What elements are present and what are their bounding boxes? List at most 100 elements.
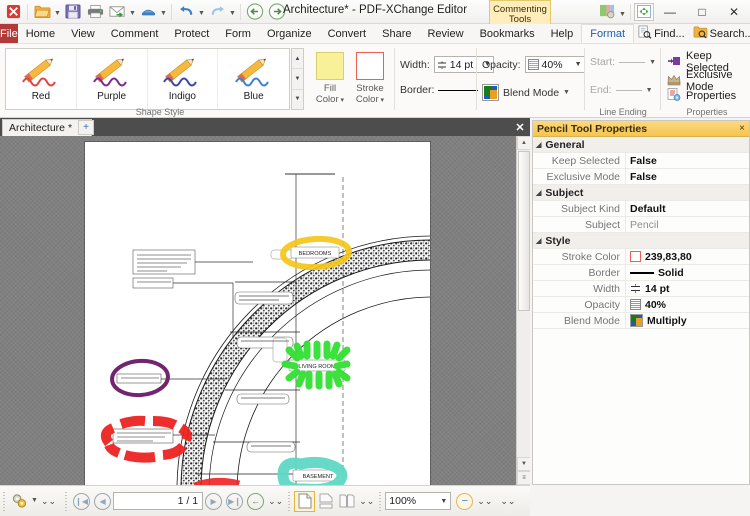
property-row-opacity[interactable]: Opacity 40% (533, 297, 749, 313)
close-icon[interactable]: × (739, 123, 745, 134)
continuous-view-button[interactable] (315, 491, 336, 512)
property-row-stroke-color[interactable]: Stroke Color 239,83,80 (533, 249, 749, 265)
property-value[interactable]: Default (625, 201, 749, 216)
collapse-triangle-icon[interactable]: ◢ (536, 141, 541, 149)
open-icon[interactable] (31, 1, 53, 23)
scroll-up-icon[interactable]: ▲ (517, 136, 530, 150)
menu-item-home[interactable]: Home (18, 24, 63, 43)
property-group-style[interactable]: ◢ Style (533, 233, 749, 249)
toolbar-grip[interactable] (287, 491, 293, 511)
property-row-keep-selected[interactable]: Keep Selected False (533, 153, 749, 169)
maximize-button[interactable]: □ (686, 0, 718, 24)
toolbar-grip[interactable] (2, 491, 7, 511)
property-group-general[interactable]: ◢ General (533, 137, 749, 153)
page-number-input[interactable]: 1 / 1 (113, 492, 204, 510)
app-logo-icon[interactable] (2, 1, 24, 23)
back-icon[interactable] (244, 1, 266, 23)
property-value-wrap[interactable]: Solid (625, 265, 749, 280)
property-value[interactable]: Pencil (625, 217, 749, 232)
scan-dropdown-arrow[interactable]: ▼ (159, 1, 168, 23)
next-page-button[interactable]: ▶ (203, 491, 224, 512)
scroll-page-down-icon[interactable]: ≡ (517, 471, 530, 485)
menu-item-share[interactable]: Share (374, 24, 419, 43)
zoom-expand-icon[interactable]: ⌄⌄ (475, 496, 494, 507)
menu-item-protect[interactable]: Protect (166, 24, 217, 43)
toolbar-grip[interactable] (378, 491, 384, 511)
tool-settings-icon[interactable] (9, 491, 30, 512)
last-page-button[interactable]: ▶❙ (224, 491, 245, 512)
menu-item-format[interactable]: Format (581, 24, 635, 43)
tool-settings-dropdown-arrow[interactable]: ▼ (30, 490, 39, 512)
zoom-combo[interactable]: 100% ▼ (385, 492, 452, 510)
menu-item-organize[interactable]: Organize (259, 24, 320, 43)
blend-mode-label[interactable]: Blend Mode (503, 87, 559, 99)
zoom-out-button[interactable]: − (454, 491, 475, 512)
chevron-down-icon[interactable]: ▼ (440, 498, 447, 505)
menu-item-review[interactable]: Review (419, 24, 471, 43)
email-dropdown-arrow[interactable]: ▼ (128, 1, 137, 23)
menu-item-file[interactable]: File (0, 24, 18, 43)
expand-toolbar-icon[interactable]: ⌄⌄ (39, 496, 58, 507)
find-button[interactable]: Find... (634, 25, 688, 42)
stroke-color-button[interactable]: Stroke Color ▾ (348, 48, 392, 110)
menu-item-convert[interactable]: Convert (320, 24, 375, 43)
shape-style-purple[interactable]: Purple (77, 49, 148, 109)
menu-item-help[interactable]: Help (543, 24, 582, 43)
theme-dropdown-arrow[interactable]: ▼ (618, 1, 627, 23)
property-value-wrap[interactable]: 239,83,80 (625, 249, 749, 264)
property-row-exclusive-mode[interactable]: Exclusive Mode False (533, 169, 749, 185)
email-icon[interactable] (106, 1, 128, 23)
chevron-down-icon[interactable]: ▼ (572, 61, 582, 68)
undo-dropdown-arrow[interactable]: ▼ (197, 1, 206, 23)
collapse-triangle-icon[interactable]: ◢ (536, 189, 541, 197)
collapse-triangle-icon[interactable]: ◢ (536, 237, 541, 245)
property-row-width[interactable]: Width 14 pt (533, 281, 749, 297)
close-document-pane-button[interactable]: ✕ (513, 120, 527, 134)
first-page-button[interactable]: ❙◀ (71, 491, 92, 512)
save-icon[interactable] (62, 1, 84, 23)
undo-icon[interactable] (175, 1, 197, 23)
scrollbar-thumb[interactable] (518, 151, 530, 311)
menu-item-comment[interactable]: Comment (103, 24, 167, 43)
shape-style-red[interactable]: Red (6, 49, 77, 109)
property-row-border[interactable]: Border Solid (533, 265, 749, 281)
fill-color-button[interactable]: Fill Color ▾ (308, 48, 352, 110)
gallery-scrollbar[interactable]: ▲ ▼ ▼ (291, 48, 304, 110)
scroll-down-icon[interactable]: ▼ (517, 457, 530, 471)
previous-page-button[interactable]: ◀ (92, 491, 113, 512)
property-value[interactable]: False (625, 169, 749, 184)
gallery-scroll-down-icon[interactable]: ▼ (292, 69, 303, 90)
single-page-view-button[interactable] (294, 490, 316, 512)
open-dropdown-arrow[interactable]: ▼ (53, 1, 62, 23)
property-value[interactable]: False (625, 153, 749, 168)
property-value-wrap[interactable]: 14 pt (625, 281, 749, 296)
chevron-down-icon[interactable]: ▼ (563, 89, 570, 96)
document-view[interactable]: BEDROOMS LIVING ROOM BASEMENT ▲ ▼ ≡ (0, 136, 530, 485)
shape-style-blue[interactable]: Blue (218, 49, 289, 109)
property-value-wrap[interactable]: Multiply (625, 313, 749, 328)
opacity-combo[interactable]: 40% ▼ (524, 56, 585, 73)
menu-item-form[interactable]: Form (217, 24, 259, 43)
redo-icon[interactable] (206, 1, 228, 23)
back-view-button[interactable]: ← (245, 491, 266, 512)
forward-icon[interactable] (266, 1, 288, 23)
redo-dropdown-arrow[interactable]: ▼ (228, 1, 237, 23)
pdf-page[interactable]: BEDROOMS LIVING ROOM BASEMENT (85, 142, 431, 485)
fullscreen-icon[interactable] (634, 2, 654, 21)
property-value-wrap[interactable]: 40% (625, 297, 749, 312)
property-row-subject-kind[interactable]: Subject Kind Default (533, 201, 749, 217)
shape-style-indigo[interactable]: Indigo (148, 49, 219, 109)
gallery-scroll-up-icon[interactable]: ▲ (292, 49, 303, 70)
menu-item-view[interactable]: View (63, 24, 103, 43)
two-page-view-button[interactable] (336, 491, 357, 512)
print-icon[interactable] (84, 1, 106, 23)
menu-item-bookmarks[interactable]: Bookmarks (472, 24, 543, 43)
property-group-subject[interactable]: ◢ Subject (533, 185, 749, 201)
minimize-button[interactable]: — (654, 0, 686, 24)
property-row-subject[interactable]: Subject Pencil (533, 217, 749, 233)
toolbar-grip[interactable] (64, 491, 70, 511)
properties-button[interactable]: Properties (667, 88, 736, 104)
document-vertical-scrollbar[interactable]: ▲ ▼ ≡ (516, 136, 530, 485)
theme-settings-icon[interactable] (597, 3, 617, 21)
scan-icon[interactable] (137, 1, 159, 23)
